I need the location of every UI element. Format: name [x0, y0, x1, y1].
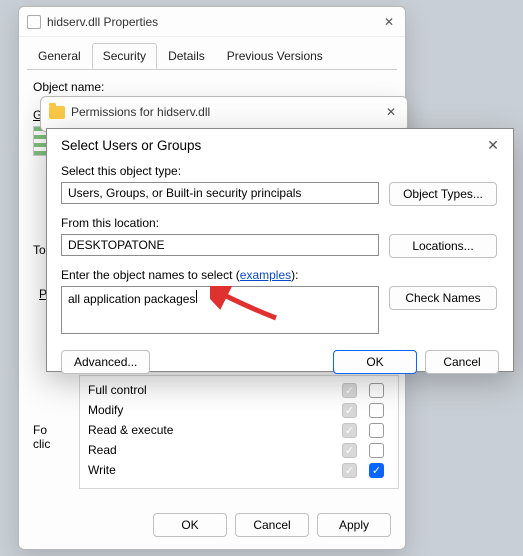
advanced-button[interactable]: Advanced...	[61, 350, 150, 374]
for-line2: clic	[33, 437, 50, 451]
location-label: From this location:	[61, 216, 379, 230]
close-icon[interactable]: ✕	[383, 105, 399, 119]
check-names-button[interactable]: Check Names	[389, 286, 497, 310]
ok-button[interactable]: OK	[153, 513, 227, 537]
names-label: Enter the object names to select (exampl…	[61, 268, 379, 282]
select-dialog-title: Select Users or Groups	[61, 138, 201, 153]
table-row: Modify ✓	[88, 400, 390, 420]
deny-checkbox[interactable]	[369, 443, 384, 458]
tabs: General Security Details Previous Versio…	[19, 37, 405, 69]
object-types-button[interactable]: Object Types...	[389, 182, 497, 206]
tab-versions[interactable]: Previous Versions	[216, 43, 334, 69]
cancel-button[interactable]: Cancel	[425, 350, 499, 374]
permissions-title: Permissions for hidserv.dll	[71, 105, 210, 119]
close-icon[interactable]: ✕	[485, 137, 501, 154]
permissions-window: Permissions for hidserv.dll ✕	[40, 96, 408, 132]
deny-checkbox[interactable]	[369, 403, 384, 418]
select-users-dialog: Select Users or Groups ✕ Select this obj…	[46, 128, 514, 372]
examples-link[interactable]: examples	[240, 268, 291, 282]
allow-checkbox[interactable]: ✓	[342, 463, 357, 478]
text-caret	[196, 290, 197, 303]
permissions-titlebar: Permissions for hidserv.dll ✕	[41, 97, 407, 127]
folder-icon	[49, 106, 65, 119]
table-row: Read & execute ✓	[88, 420, 390, 440]
object-name-label: Object name:	[33, 80, 391, 94]
object-type-label: Select this object type:	[61, 164, 379, 178]
allow-checkbox[interactable]: ✓	[342, 443, 357, 458]
properties-title: hidserv.dll Properties	[47, 15, 158, 29]
properties-titlebar: hidserv.dll Properties ✕	[19, 7, 405, 37]
tab-general[interactable]: General	[27, 43, 92, 69]
allow-checkbox[interactable]: ✓	[342, 403, 357, 418]
to-label: To	[33, 243, 46, 257]
table-row: Read ✓	[88, 440, 390, 460]
location-field: DESKTOPATONE	[61, 234, 379, 256]
deny-checkbox[interactable]: ✓	[369, 463, 384, 478]
object-names-input[interactable]: all application packages	[61, 286, 379, 334]
close-icon[interactable]: ✕	[381, 15, 397, 29]
for-line1: Fo	[33, 423, 47, 437]
cancel-button[interactable]: Cancel	[235, 513, 309, 537]
permissions-table: Full control ✓ Modify ✓ Read & execute ✓…	[79, 375, 399, 489]
tab-security[interactable]: Security	[92, 43, 157, 69]
locations-button[interactable]: Locations...	[389, 234, 497, 258]
select-dialog-titlebar: Select Users or Groups ✕	[47, 129, 513, 160]
ok-button[interactable]: OK	[333, 350, 417, 374]
file-icon	[27, 15, 41, 29]
apply-button[interactable]: Apply	[317, 513, 391, 537]
tab-details[interactable]: Details	[157, 43, 216, 69]
allow-checkbox[interactable]: ✓	[342, 423, 357, 438]
object-type-field: Users, Groups, or Built-in security prin…	[61, 182, 379, 204]
deny-checkbox[interactable]	[369, 423, 384, 438]
table-row: Write ✓ ✓	[88, 460, 390, 480]
